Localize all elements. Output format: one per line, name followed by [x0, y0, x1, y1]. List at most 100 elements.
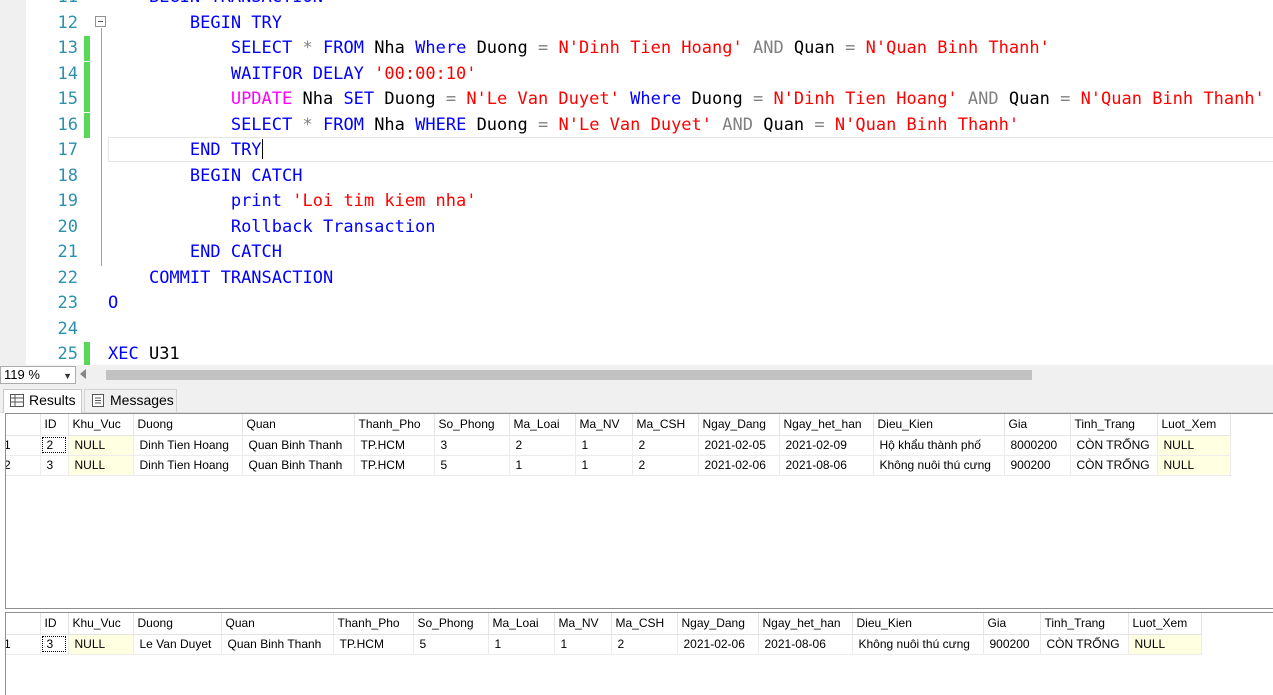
- grid-cell[interactable]: Quan Binh Thanh: [242, 435, 355, 456]
- query-editor[interactable]: 11 BEGIN TRANSACTION12 BEGIN TRY13 SELEC…: [0, 0, 1273, 365]
- column-header[interactable]: Ngay_het_han: [779, 414, 874, 436]
- code-text[interactable]: SELECT * FROM Nha Where Duong = N'Dinh T…: [108, 36, 1050, 61]
- grid-cell[interactable]: NULL: [68, 435, 134, 456]
- grid-cell[interactable]: 1: [554, 634, 612, 655]
- grid-cell[interactable]: NULL: [1157, 455, 1231, 476]
- zoom-dropdown[interactable]: 119 % ▼: [0, 366, 76, 384]
- code-text[interactable]: XEC U31: [108, 342, 180, 365]
- code-text[interactable]: BEGIN TRY: [108, 11, 282, 36]
- column-header[interactable]: Ngay_het_han: [758, 613, 853, 635]
- grid-cell[interactable]: NULL: [68, 634, 134, 655]
- code-line[interactable]: 11 BEGIN TRANSACTION: [0, 0, 1273, 10]
- code-line[interactable]: 14 WAITFOR DELAY '00:00:10': [0, 61, 1273, 87]
- code-line[interactable]: 23 O: [0, 291, 1273, 316]
- code-line[interactable]: 16 SELECT * FROM Nha WHERE Duong = N'Le …: [0, 112, 1273, 138]
- grid-cell[interactable]: 1: [575, 455, 633, 476]
- grid-corner[interactable]: [6, 613, 41, 635]
- tab-results[interactable]: Results: [3, 389, 82, 413]
- code-text[interactable]: O: [108, 291, 118, 316]
- grid-cell[interactable]: 2: [611, 634, 678, 655]
- grid-cell[interactable]: Quan Binh Thanh: [221, 634, 334, 655]
- grid-cell[interactable]: 2021-02-05: [698, 435, 780, 456]
- grid-cell[interactable]: 3: [40, 455, 69, 476]
- grid-cell[interactable]: 3: [40, 634, 69, 655]
- grid-cell[interactable]: 1: [488, 634, 555, 655]
- results-grid-2[interactable]: ID Khu_Vuc Duong Quan Thanh_Pho So_Phong Ma_Lo…: [5, 612, 1273, 695]
- column-header[interactable]: Dieu_Kien: [852, 613, 984, 635]
- grid-cell[interactable]: Quan Binh Thanh: [242, 455, 355, 476]
- column-header[interactable]: Gia: [983, 613, 1041, 635]
- grid-cell[interactable]: TP.HCM: [333, 634, 414, 655]
- grid-cell[interactable]: Không nuôi thú cưng: [873, 455, 1005, 476]
- code-text[interactable]: BEGIN TRANSACTION: [108, 0, 323, 10]
- column-header[interactable]: Thanh_Pho: [354, 414, 435, 436]
- code-text[interactable]: UPDATE Nha SET Duong = N'Le Van Duyet' W…: [108, 87, 1265, 112]
- column-header[interactable]: Gia: [1004, 414, 1071, 436]
- code-line[interactable]: 21 END CATCH: [0, 240, 1273, 265]
- code-line[interactable]: 13 SELECT * FROM Nha Where Duong = N'Din…: [0, 36, 1273, 61]
- column-header[interactable]: Ngay_Dang: [677, 613, 759, 635]
- code-line[interactable]: 15 UPDATE Nha SET Duong = N'Le Van Duyet…: [0, 87, 1273, 112]
- column-header[interactable]: ID: [40, 414, 69, 436]
- horizontal-scrollbar-thumb[interactable]: [106, 370, 1032, 380]
- code-line[interactable]: 25 XEC U31: [0, 342, 1273, 365]
- column-header[interactable]: Ma_NV: [575, 414, 633, 436]
- code-text[interactable]: print 'Loi tim kiem nha': [108, 189, 477, 214]
- grid-cell[interactable]: 2: [632, 455, 699, 476]
- grid-cell[interactable]: 2021-02-06: [698, 455, 780, 476]
- column-header[interactable]: So_Phong: [413, 613, 489, 635]
- grid-cell[interactable]: 2021-02-06: [677, 634, 759, 655]
- code-text[interactable]: SELECT * FROM Nha WHERE Duong = N'Le Van…: [108, 113, 1019, 138]
- code-line[interactable]: 17 END TRY: [0, 138, 1273, 163]
- table-row[interactable]: 13NULLLe Van DuyetQuan Binh ThanhTP.HCM5…: [6, 634, 1202, 655]
- grid-cell[interactable]: 900200: [983, 634, 1041, 655]
- column-header[interactable]: Tinh_Trang: [1070, 414, 1158, 436]
- code-line[interactable]: 20 Rollback Transaction: [0, 215, 1273, 240]
- code-line[interactable]: 18 BEGIN CATCH: [0, 164, 1273, 189]
- grid-cell[interactable]: Dinh Tien Hoang: [133, 435, 243, 456]
- column-header[interactable]: Khu_Vuc: [68, 414, 134, 436]
- grid-cell[interactable]: 2021-02-09: [779, 435, 874, 456]
- grid-cell[interactable]: CÒN TRỐNG: [1040, 634, 1129, 655]
- grid-cell[interactable]: NULL: [1157, 435, 1231, 456]
- column-header[interactable]: Thanh_Pho: [333, 613, 414, 635]
- column-header[interactable]: Duong: [133, 414, 243, 436]
- column-header[interactable]: Ma_CSH: [611, 613, 678, 635]
- row-number[interactable]: 1: [6, 435, 41, 456]
- column-header[interactable]: Luot_Xem: [1157, 414, 1231, 436]
- grid-cell[interactable]: 2021-08-06: [758, 634, 853, 655]
- grid-cell[interactable]: CÒN TRỐNG: [1070, 455, 1158, 476]
- code-text[interactable]: WAITFOR DELAY '00:00:10': [108, 62, 477, 87]
- grid-cell[interactable]: 2: [40, 435, 69, 456]
- column-header[interactable]: Quan: [221, 613, 334, 635]
- column-header[interactable]: Ma_Loai: [488, 613, 555, 635]
- column-header[interactable]: ID: [40, 613, 69, 635]
- grid-cell[interactable]: 3: [434, 435, 510, 456]
- grid-cell[interactable]: NULL: [1128, 634, 1202, 655]
- code-line[interactable]: 19 print 'Loi tim kiem nha': [0, 189, 1273, 214]
- grid-cell[interactable]: 1: [509, 455, 576, 476]
- grid-cell[interactable]: 900200: [1004, 455, 1071, 476]
- tab-messages[interactable]: Messages: [84, 389, 177, 412]
- grid-cell[interactable]: Hộ khẩu thành phố: [873, 435, 1005, 456]
- grid-cell[interactable]: TP.HCM: [354, 455, 435, 476]
- column-header[interactable]: Luot_Xem: [1128, 613, 1202, 635]
- column-header[interactable]: Duong: [133, 613, 222, 635]
- code-text[interactable]: COMMIT TRANSACTION: [108, 266, 333, 291]
- grid-cell[interactable]: NULL: [68, 455, 134, 476]
- grid-cell[interactable]: TP.HCM: [354, 435, 435, 456]
- grid-cell[interactable]: 1: [575, 435, 633, 456]
- grid-cell[interactable]: 2021-08-06: [779, 455, 874, 476]
- grid-cell[interactable]: CÒN TRỐNG: [1070, 435, 1158, 456]
- grid-cell[interactable]: 2: [509, 435, 576, 456]
- grid-cell[interactable]: Le Van Duyet: [133, 634, 222, 655]
- grid-cell[interactable]: 5: [434, 455, 510, 476]
- column-header[interactable]: Ngay_Dang: [698, 414, 780, 436]
- code-line[interactable]: 24: [0, 317, 1273, 342]
- code-text[interactable]: END TRY: [108, 138, 263, 163]
- column-header[interactable]: Ma_CSH: [632, 414, 699, 436]
- column-header[interactable]: Khu_Vuc: [68, 613, 134, 635]
- column-header[interactable]: Dieu_Kien: [873, 414, 1005, 436]
- results-grid-1[interactable]: ID Khu_Vuc Duong Quan Thanh_Pho So_Phong Ma_Lo…: [5, 413, 1273, 609]
- grid-corner[interactable]: [6, 414, 41, 436]
